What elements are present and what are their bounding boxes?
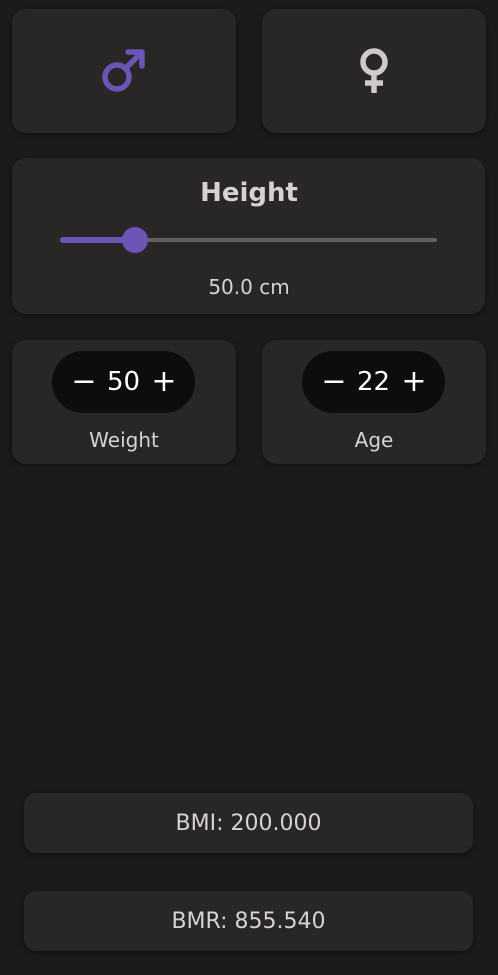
weight-increment-button[interactable]: + <box>146 363 182 401</box>
male-gender-card[interactable] <box>12 9 236 133</box>
weight-stepper: 50 − + <box>52 351 195 413</box>
age-decrement-button[interactable]: − <box>316 363 352 401</box>
height-value: 50.0 cm <box>208 275 290 299</box>
bmr-result: BMR: 855.540 <box>24 891 473 951</box>
weight-decrement-button[interactable]: − <box>66 363 102 401</box>
age-card: 22 − + Age <box>262 340 486 464</box>
age-label: Age <box>354 428 394 452</box>
weight-label: Weight <box>89 428 159 452</box>
female-gender-card[interactable] <box>262 9 486 133</box>
female-symbol-icon <box>360 48 388 93</box>
age-increment-button[interactable]: + <box>396 363 432 401</box>
male-symbol-icon <box>102 49 145 92</box>
weight-card: 50 − + Weight <box>12 340 236 464</box>
bmi-result: BMI: 200.000 <box>24 793 473 853</box>
age-stepper: 22 − + <box>302 351 445 413</box>
height-title: Height <box>200 178 298 208</box>
